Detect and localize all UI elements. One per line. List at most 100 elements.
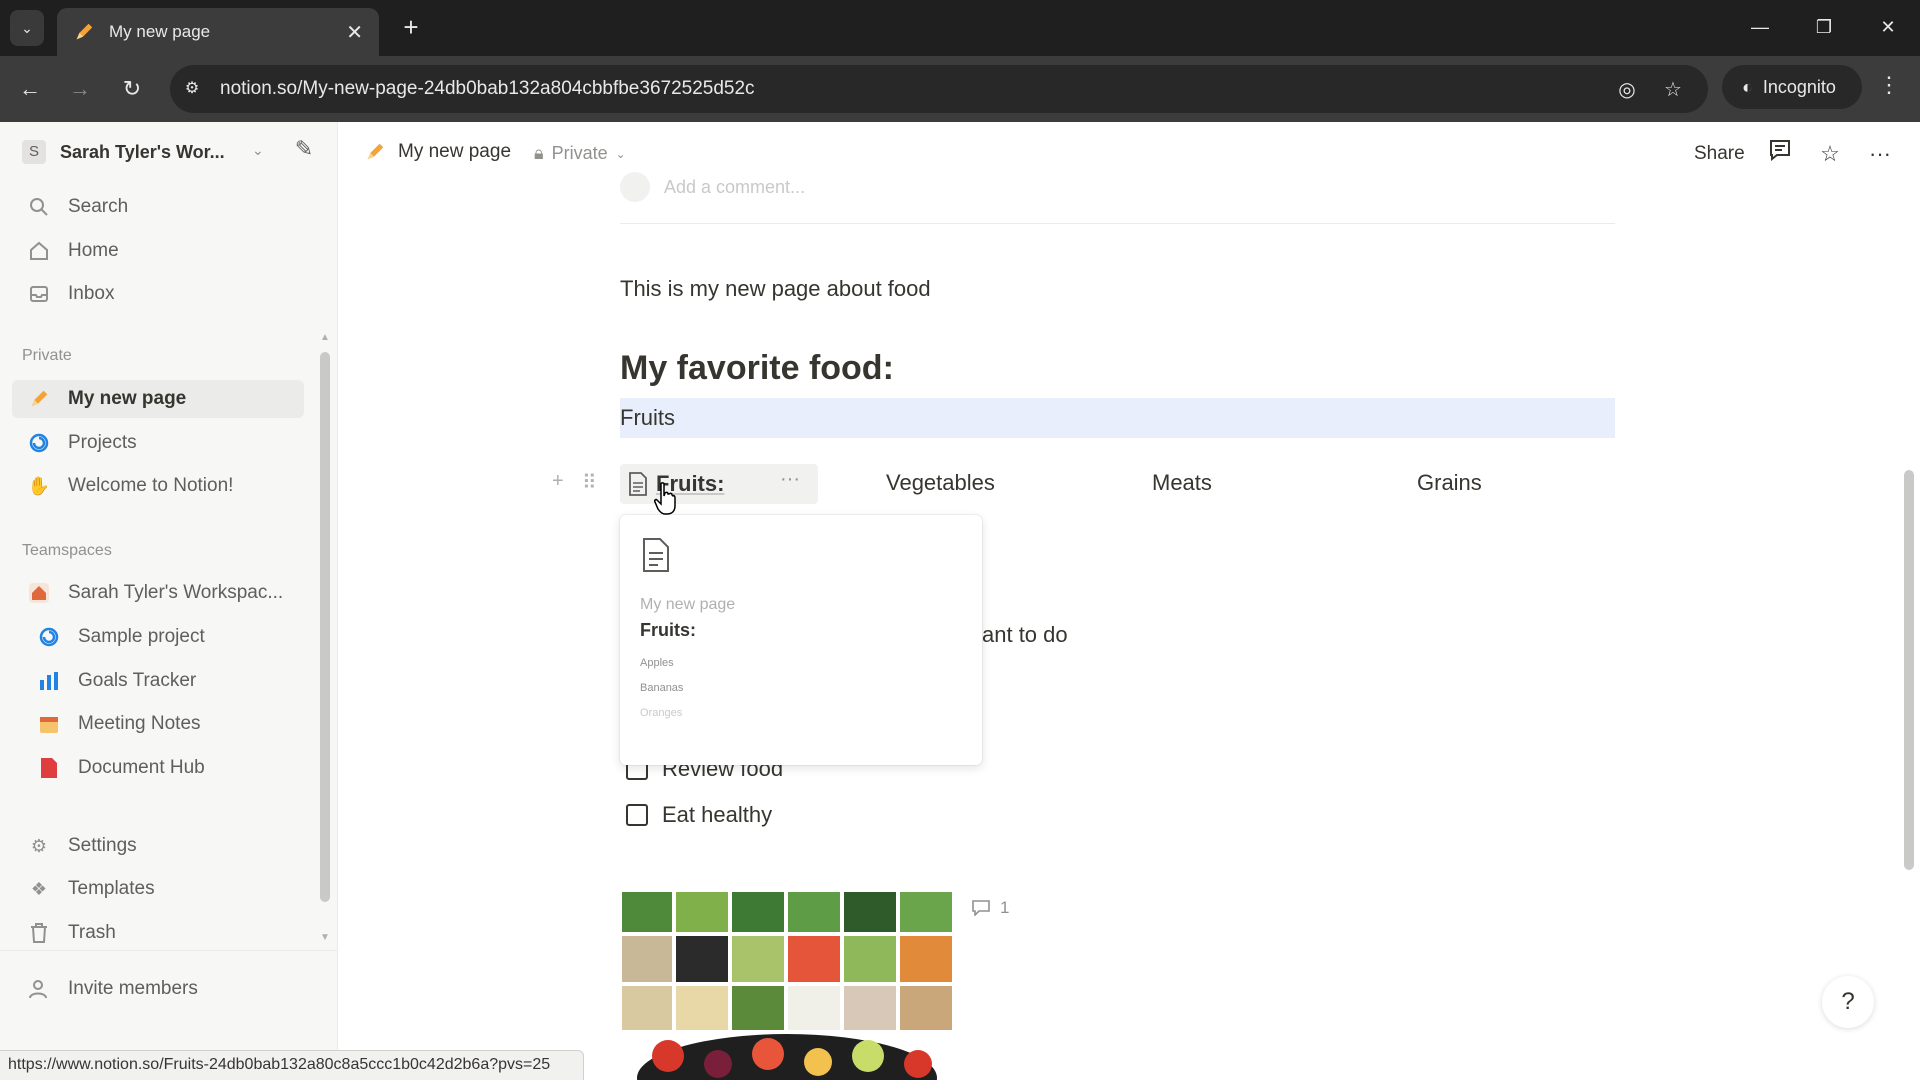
sidebar-divider	[0, 950, 338, 951]
image-comment-indicator[interactable]: 1	[972, 898, 1009, 918]
sidebar-item-inbox[interactable]: Inbox	[12, 275, 304, 313]
sidebar-item-sample-project[interactable]: Sample project	[12, 618, 304, 656]
sidebar-item-teamspace[interactable]: Sarah Tyler's Workspac...	[12, 574, 304, 612]
privacy-dropdown[interactable]: 🔒︎ Private ⌄	[534, 143, 626, 164]
workspace-name: Sarah Tyler's Wor...	[60, 141, 225, 162]
breadcrumb[interactable]: My new page	[364, 141, 511, 163]
sidebar-item-label: Sample project	[78, 626, 205, 647]
food-photo[interactable]	[618, 888, 956, 1080]
close-tab-icon[interactable]: ✕	[346, 20, 363, 45]
column-heading-vegetables[interactable]: Vegetables	[886, 470, 995, 496]
privacy-label: Private	[551, 143, 608, 163]
notion-ai-help-button[interactable]: ?	[1822, 976, 1874, 1028]
column-heading-grains[interactable]: Grains	[1417, 470, 1482, 496]
close-window-button[interactable]: ✕	[1868, 12, 1908, 42]
page-preview-card[interactable]: My new page Fruits: Apples Bananas Orang…	[620, 515, 982, 765]
favorite-star-icon[interactable]: ☆	[1814, 138, 1846, 170]
address-bar[interactable]: ⚙ notion.so/My-new-page-24db0bab132a804c…	[170, 65, 1708, 113]
reload-button[interactable]: ↻	[116, 73, 148, 105]
page-topbar: My new page 🔒︎ Private ⌄ Share ☆ ···	[338, 122, 1920, 184]
list-item: Oranges	[640, 707, 683, 719]
sidebar-item-home[interactable]: Home	[12, 232, 304, 270]
column-heading-meats[interactable]: Meats	[1152, 470, 1212, 496]
add-comment-row[interactable]: Add a comment...	[620, 172, 805, 202]
page-link-fruits[interactable]: Fruits: ···	[620, 464, 818, 504]
more-options-icon[interactable]: ···	[1864, 138, 1896, 170]
todo-item[interactable]: Eat healthy	[626, 802, 772, 828]
page-heading[interactable]: My favorite food:	[620, 349, 894, 388]
sidebar-item-document-hub[interactable]: Document Hub	[12, 749, 304, 787]
incognito-badge[interactable]: ◐ Incognito	[1722, 65, 1862, 109]
teamspaces-section-label: Teamspaces	[22, 542, 112, 559]
search-icon	[26, 194, 52, 220]
chevron-down-icon[interactable]: ⌄	[252, 142, 264, 159]
sidebar-item-invite-members[interactable]: Invite members	[12, 970, 304, 1008]
page-icon	[629, 472, 647, 496]
back-button[interactable]: ←	[14, 73, 46, 105]
sidebar-item-goals-tracker[interactable]: Goals Tracker	[12, 662, 304, 700]
projects-icon	[36, 624, 62, 650]
sidebar-item-search[interactable]: Search	[12, 188, 304, 226]
incognito-icon: ◐	[1742, 76, 1753, 97]
sidebar-item-label: Welcome to Notion!	[68, 475, 234, 496]
sidebar-scrollbar[interactable]	[320, 352, 330, 902]
add-block-icon[interactable]: +	[552, 470, 564, 493]
url-text[interactable]: notion.so/My-new-page-24db0bab132a804cbb…	[220, 78, 755, 100]
chevron-down-icon: ⌄	[615, 146, 626, 161]
more-options-icon[interactable]: ···	[780, 468, 800, 491]
tab-search-button[interactable]: ⌄	[10, 10, 44, 46]
browser-tab[interactable]: My new page ✕	[57, 8, 379, 56]
browser-toolbar: ← → ↻ ⚙ notion.so/My-new-page-24db0bab13…	[0, 56, 1920, 122]
drag-handle-icon[interactable]: ⠿	[582, 470, 597, 495]
sidebar-item-label: Inbox	[68, 283, 115, 304]
bookmark-star-icon[interactable]: ☆	[1660, 77, 1686, 103]
avatar	[620, 172, 650, 202]
sidebar-item-label: Search	[68, 196, 129, 217]
sidebar-item-label: Sarah Tyler's Workspac...	[68, 582, 284, 603]
chart-icon	[36, 668, 62, 694]
text-block[interactable]: ant to do	[982, 622, 1068, 648]
forward-button[interactable]: →	[64, 73, 96, 105]
workspace-switcher[interactable]: S Sarah Tyler's Wor...	[22, 140, 225, 164]
pencil-icon	[76, 23, 93, 40]
minimize-button[interactable]: —	[1740, 12, 1780, 42]
sidebar-item-label: Document Hub	[78, 757, 205, 778]
restore-button[interactable]: ❐	[1804, 12, 1844, 42]
tab-title: My new page	[109, 22, 211, 41]
intro-text[interactable]: This is my new page about food	[620, 276, 931, 302]
sidebar-item-label: Templates	[68, 878, 155, 899]
scroll-down-icon[interactable]: ▼	[320, 932, 330, 943]
comments-icon[interactable]	[1764, 138, 1796, 170]
breadcrumb-page-title: My new page	[398, 141, 512, 162]
trash-icon	[26, 920, 52, 946]
new-page-icon[interactable]: ✎	[290, 136, 318, 164]
house-icon	[26, 580, 52, 606]
todo-checkbox[interactable]	[626, 804, 648, 826]
preview-parent-page: My new page	[640, 596, 736, 613]
workspace-avatar: S	[22, 140, 46, 164]
eye-off-icon[interactable]: ◎	[1614, 77, 1640, 103]
hand-cursor-icon	[654, 482, 676, 515]
sidebar-item-projects[interactable]: Projects	[12, 424, 304, 462]
site-info-icon[interactable]: ⚙	[180, 77, 204, 101]
incognito-label: Incognito	[1762, 76, 1836, 97]
page-icon	[643, 538, 669, 572]
scroll-up-icon[interactable]: ▲	[320, 332, 330, 343]
pencil-icon	[367, 143, 384, 160]
list-item: Bananas	[640, 682, 684, 694]
home-icon	[26, 238, 52, 264]
content-scrollbar[interactable]	[1904, 470, 1914, 870]
sidebar-item-settings[interactable]: ⚙ Settings	[12, 827, 304, 865]
new-tab-button[interactable]: +	[396, 12, 426, 42]
sidebar-item-my-new-page[interactable]: My new page	[12, 380, 304, 418]
pencil-icon	[26, 386, 52, 412]
selected-block-text[interactable]: Fruits	[620, 405, 675, 431]
sidebar-item-welcome[interactable]: ✋ Welcome to Notion!	[12, 467, 304, 505]
sidebar-item-templates[interactable]: ❖ Templates	[12, 870, 304, 908]
sidebar-item-trash[interactable]: Trash	[12, 914, 304, 952]
browser-menu-icon[interactable]: ⋮	[1874, 72, 1904, 98]
wave-icon: ✋	[27, 475, 51, 496]
share-button[interactable]: Share	[1694, 143, 1745, 165]
comment-placeholder: Add a comment...	[664, 176, 806, 197]
sidebar-item-meeting-notes[interactable]: Meeting Notes	[12, 705, 304, 743]
